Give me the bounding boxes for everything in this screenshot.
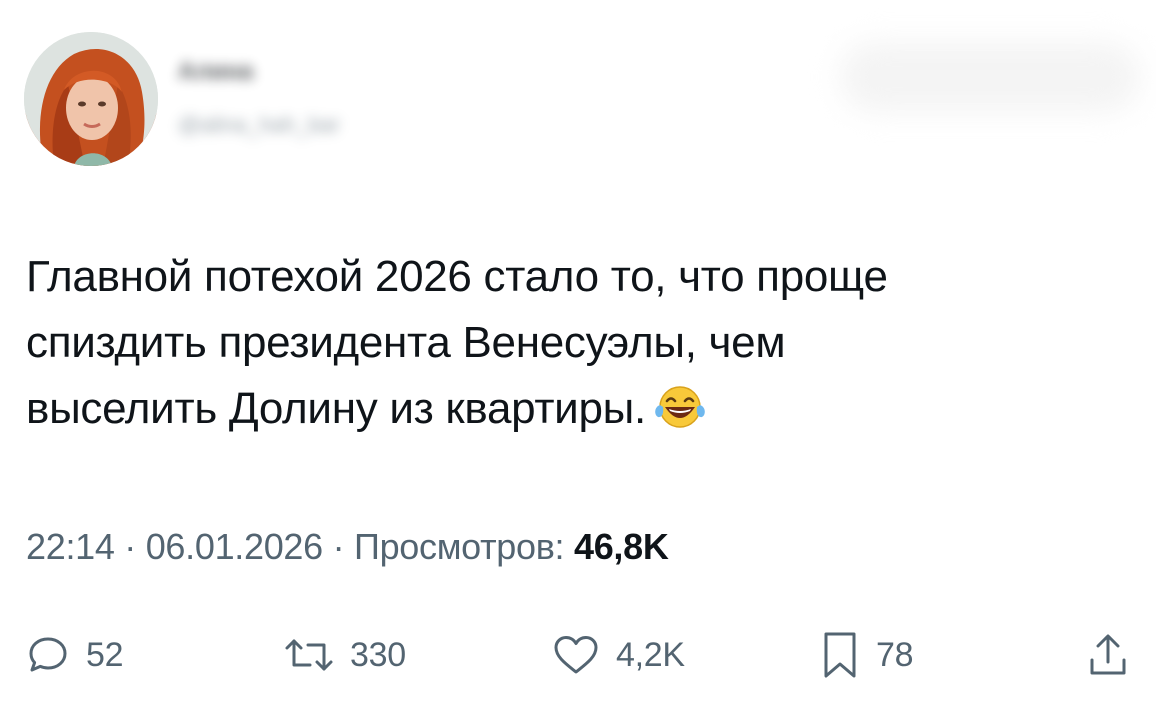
blurred-area [840,42,1140,112]
meta-separator: · [332,526,345,567]
share-button[interactable] [1086,620,1130,690]
tweet-text-line-content: выселить Долину из квартиры. [26,384,646,433]
tweet: Алина @alina_hah_bar Главной потехой 202… [0,0,1156,718]
tweet-date[interactable]: 06.01.2026 [146,526,323,567]
like-button[interactable]: 4,2K [552,620,685,690]
tweet-text-line: Главной потехой 2026 стало то, что проще [26,252,888,301]
views-count[interactable]: 46,8K [574,526,669,567]
reply-icon [29,637,67,672]
tweet-time[interactable]: 22:14 [26,526,115,567]
meta-separator: · [124,526,136,567]
tweet-meta: 22:14 · 06.01.2026 · Просмотров: 46,8K [26,526,669,568]
bookmark-count: 78 [876,635,914,674]
like-count: 4,2K [616,635,685,674]
retweet-button[interactable]: 330 [284,620,406,690]
avatar[interactable] [24,32,158,166]
tweet-text: Главной потехой 2026 стало то, что проще… [26,244,1106,442]
action-bar: 52 330 4,2K 78 [0,620,1156,690]
tweet-text-line: спиздить президента Венесуэлы, чем [26,318,786,367]
bookmark-icon [824,632,856,678]
views-label: Просмотров: [354,526,565,567]
reply-button[interactable]: 52 [26,620,124,690]
share-icon [1090,634,1126,675]
bookmark-button[interactable]: 78 [820,620,914,690]
reply-count: 52 [86,635,124,674]
tweet-text-line-last: выселить Долину из квартиры. [26,376,1106,442]
author-name[interactable]: Алина [178,58,253,86]
face-with-tears-of-joy-icon [654,382,706,428]
heart-icon [554,636,598,674]
retweet-count: 330 [350,635,406,674]
author-handle[interactable]: @alina_hah_bar [178,112,340,138]
retweet-icon [285,639,333,671]
